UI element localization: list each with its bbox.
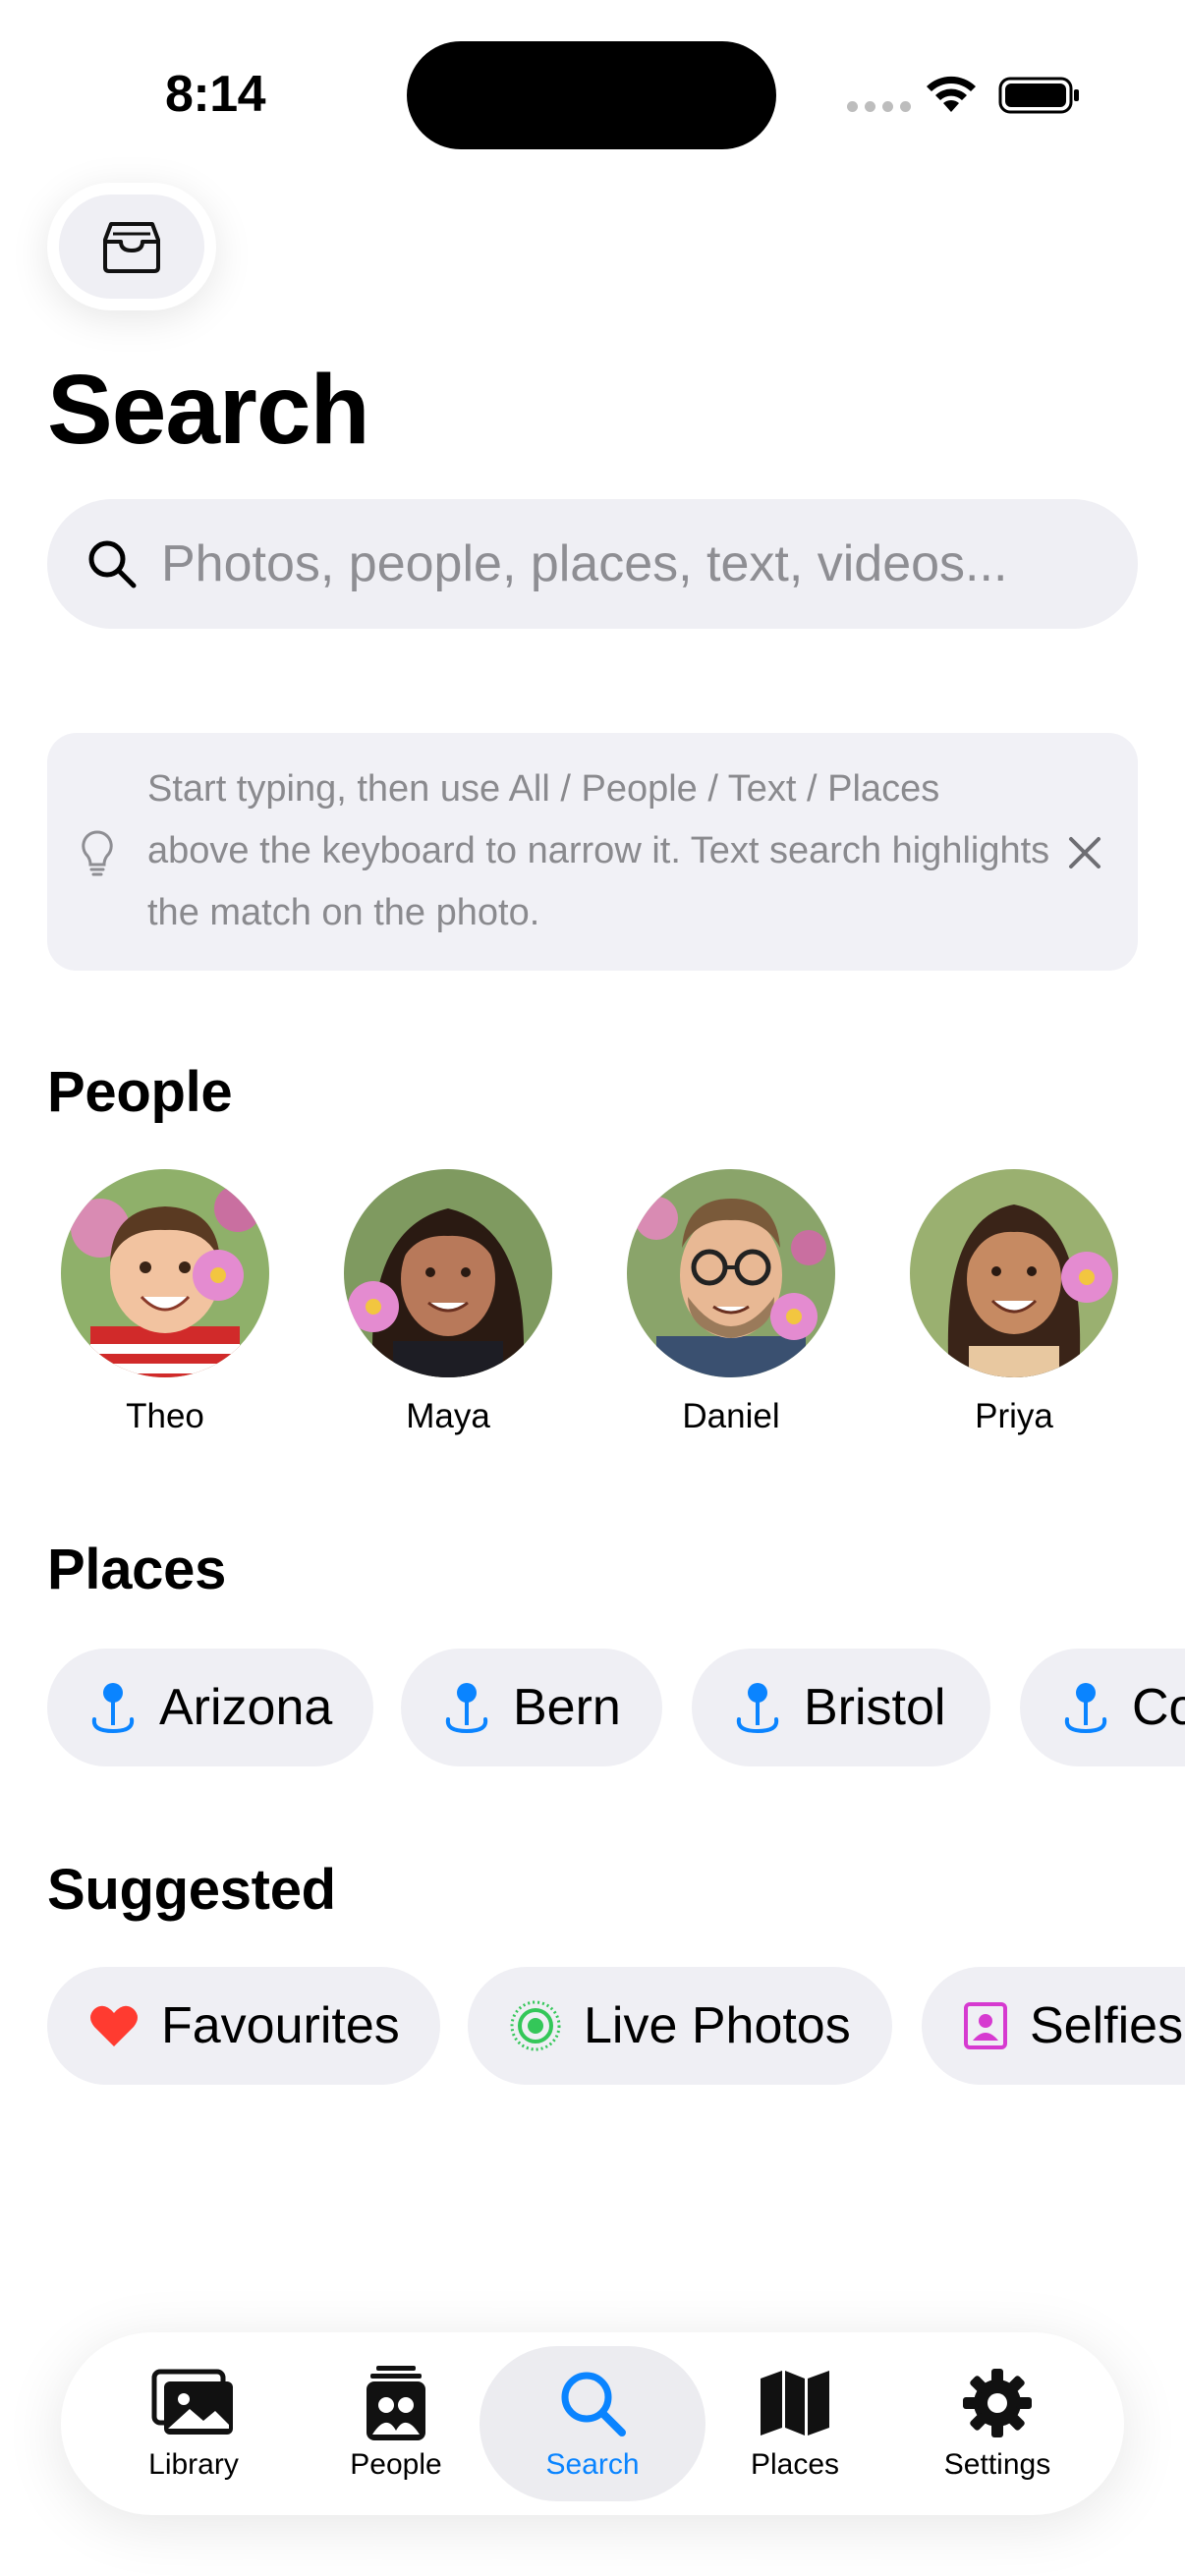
tab-label: Search: [545, 2448, 640, 2481]
map-pin-icon: [442, 1680, 491, 1735]
person-name: Priya: [975, 1397, 1053, 1435]
tab-label: Library: [148, 2448, 239, 2481]
tab-library[interactable]: Library: [81, 2346, 307, 2501]
cellular-signal-icon: [847, 101, 911, 112]
map-pin-icon: [88, 1680, 138, 1735]
search-field[interactable]: [47, 499, 1138, 629]
place-chip-arizona[interactable]: Arizona: [47, 1649, 373, 1766]
place-label: Bern: [513, 1679, 621, 1736]
suggested-chip-favourites[interactable]: Favourites: [47, 1967, 440, 2085]
dynamic-island: [407, 41, 776, 149]
search-tip-card: Start typing, then use All / People / Te…: [47, 733, 1138, 971]
heart-icon: [88, 2003, 140, 2048]
tip-text: Start typing, then use All / People / Te…: [147, 768, 1050, 933]
photos-stack-icon: [150, 2364, 237, 2442]
lightbulb-icon: [82, 830, 113, 876]
inbox-button[interactable]: [59, 195, 204, 299]
search-input[interactable]: [161, 534, 1104, 593]
map-icon: [759, 2364, 831, 2442]
selfie-icon: [963, 2001, 1008, 2050]
magnifier-icon: [88, 540, 137, 588]
tab-people[interactable]: People: [283, 2346, 509, 2501]
tab-search[interactable]: Search: [480, 2346, 705, 2501]
people-icon: [365, 2364, 427, 2442]
suggested-label: Selfies: [1030, 1997, 1184, 2054]
person-daniel[interactable]: Daniel: [627, 1169, 835, 1436]
page-title: Search: [47, 355, 370, 465]
places-section-title: Places: [47, 1538, 227, 1601]
wifi-icon: [927, 76, 976, 112]
place-label: Co: [1132, 1679, 1185, 1736]
person-priya[interactable]: Priya: [910, 1169, 1118, 1436]
gear-icon: [961, 2364, 1034, 2442]
place-label: Bristol: [804, 1679, 946, 1736]
place-chip-bristol[interactable]: Bristol: [692, 1649, 990, 1766]
place-chip-bern[interactable]: Bern: [401, 1649, 662, 1766]
tab-label: People: [350, 2448, 442, 2481]
people-section-title: People: [47, 1060, 233, 1124]
search-icon: [557, 2364, 628, 2442]
avatar: [627, 1169, 835, 1377]
tab-settings[interactable]: Settings: [884, 2346, 1110, 2501]
suggested-section-title: Suggested: [47, 1858, 336, 1922]
tab-label: Settings: [943, 2448, 1051, 2481]
place-label: Arizona: [159, 1679, 333, 1736]
place-chip-co[interactable]: Co: [1020, 1649, 1185, 1766]
map-pin-icon: [1061, 1680, 1110, 1735]
live-photos-icon: [509, 1999, 562, 2052]
inbox-button-wrapper: [47, 183, 216, 310]
avatar: [344, 1169, 552, 1377]
suggested-label: Favourites: [161, 1997, 400, 2054]
suggested-chip-selfies[interactable]: Selfies: [922, 1967, 1185, 2085]
status-time: 8:14: [165, 66, 266, 123]
map-pin-icon: [733, 1680, 782, 1735]
tray-icon: [103, 222, 160, 273]
person-name: Daniel: [682, 1397, 780, 1435]
battery-icon: [998, 77, 1079, 114]
avatar: [61, 1169, 269, 1377]
person-maya[interactable]: Maya: [344, 1169, 552, 1436]
tab-places[interactable]: Places: [682, 2346, 908, 2501]
avatar: [910, 1169, 1118, 1377]
person-name: Theo: [126, 1397, 204, 1435]
suggested-label: Live Photos: [584, 1997, 851, 2054]
person-name: Maya: [406, 1397, 490, 1435]
suggested-chip-live-photos[interactable]: Live Photos: [468, 1967, 892, 2085]
person-theo[interactable]: Theo: [61, 1169, 269, 1436]
close-icon[interactable]: [1063, 831, 1106, 874]
tab-label: Places: [750, 2448, 840, 2481]
tab-bar: Library People Search Places Settings: [61, 2332, 1124, 2515]
